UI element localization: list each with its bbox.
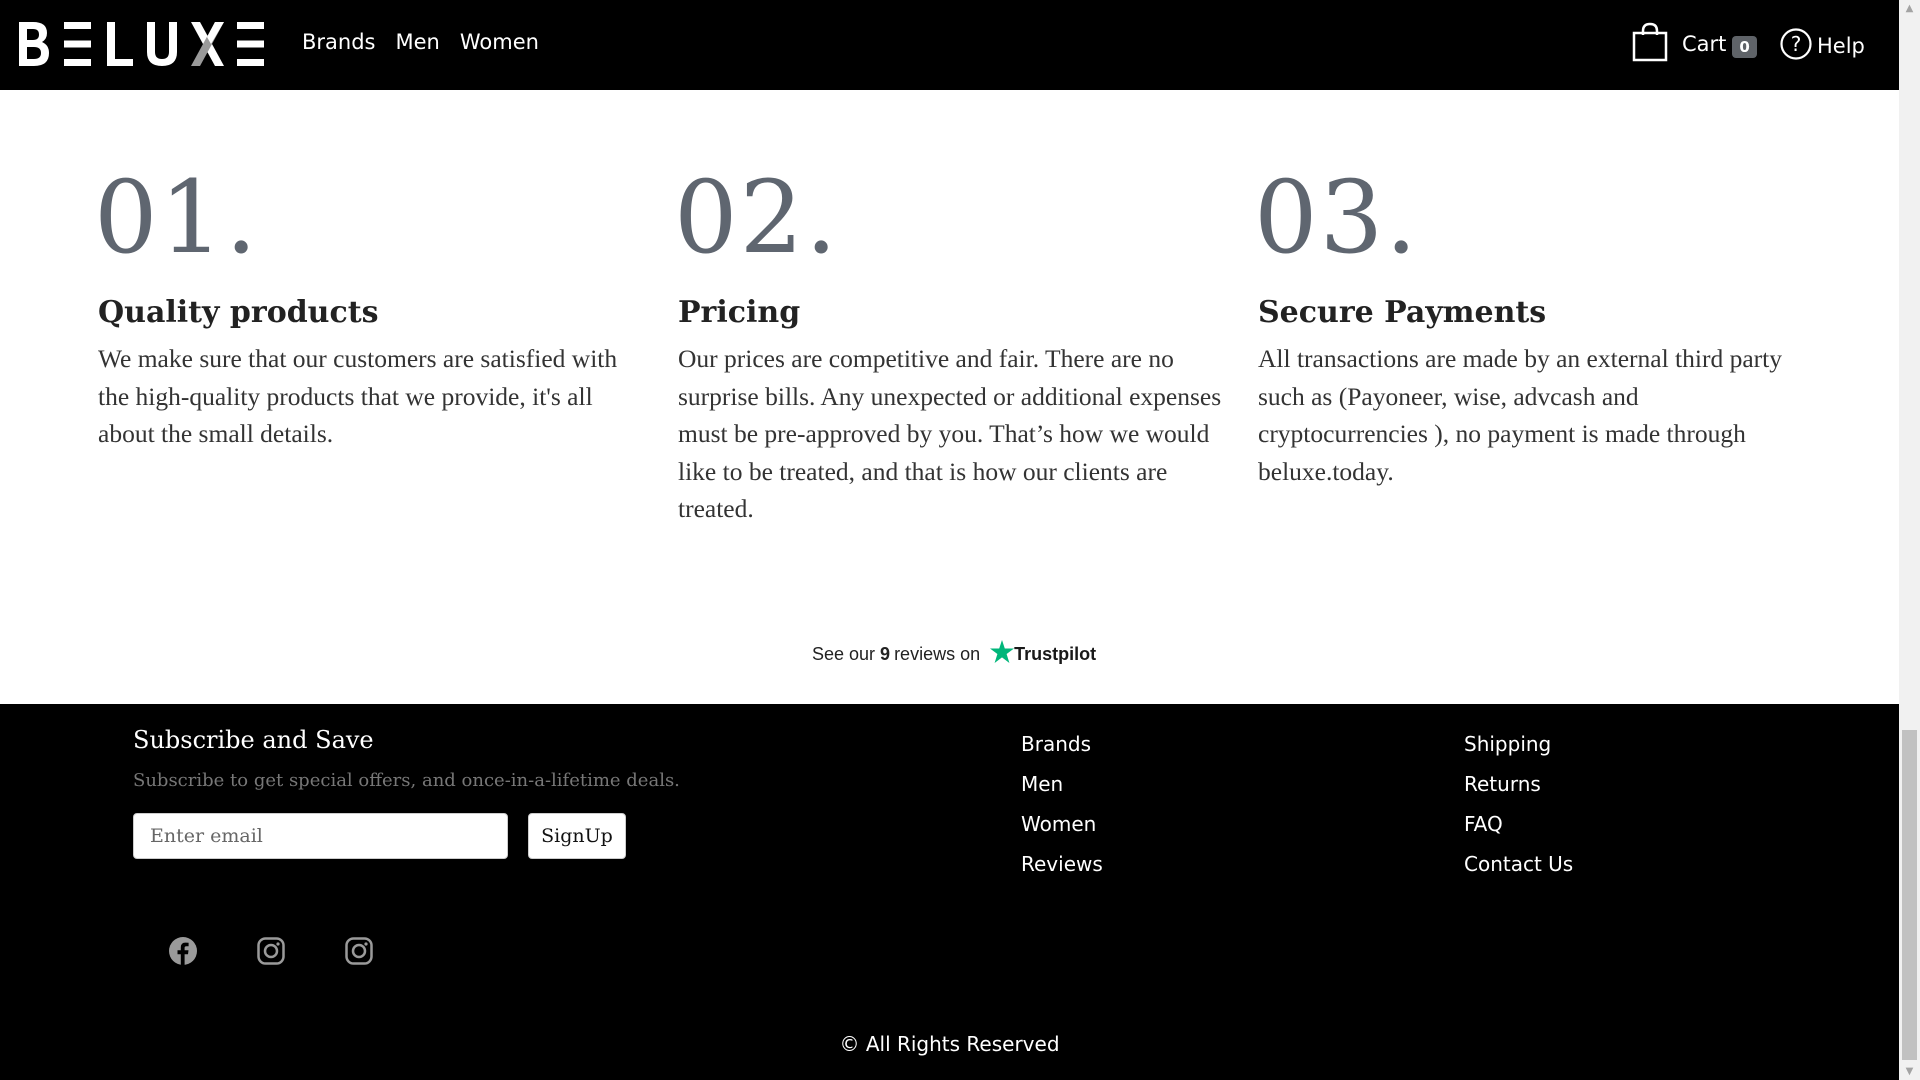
feature-number: 01. [94, 159, 260, 276]
footer-link-faq[interactable]: FAQ [1464, 812, 1573, 852]
main-nav: Brands Men Women [302, 30, 539, 54]
subscribe-description: Subscribe to get special offers, and onc… [133, 770, 680, 791]
svg-text:?: ? [1791, 32, 1802, 56]
instagram-icon[interactable] [344, 936, 374, 966]
feature-text: All transactions are made by an external… [1258, 344, 1782, 486]
copyright-text: © All Rights Reserved [839, 1032, 1060, 1056]
footer-link-men[interactable]: Men [1021, 772, 1103, 812]
trustpilot-logo: Trustpilot [990, 640, 1096, 668]
feature-number: 03. [1254, 159, 1420, 276]
footer-link-reviews[interactable]: Reviews [1021, 852, 1103, 892]
feature-title: Secure Payments [1258, 295, 1547, 330]
feature-text: We make sure that our customers are sati… [98, 344, 618, 448]
nav-link-men[interactable]: Men [396, 30, 440, 54]
nav-link-brands[interactable]: Brands [302, 30, 376, 54]
nav-link-women[interactable]: Women [460, 30, 539, 54]
social-links [168, 936, 374, 966]
cart-button[interactable]: Cart 0 [1632, 22, 1757, 66]
footer-link-brands[interactable]: Brands [1021, 732, 1103, 772]
feature-number: 02. [674, 159, 840, 276]
trustpilot-prefix: See our [812, 643, 876, 664]
site-footer: Subscribe and Save Subscribe to get spec… [0, 704, 1899, 1080]
trustpilot-brand: Trustpilot [1014, 643, 1097, 664]
footer-link-contact-us[interactable]: Contact Us [1464, 852, 1573, 892]
scroll-down-arrow-icon[interactable]: ▼ [1899, 1063, 1920, 1080]
signup-button[interactable]: SignUp [528, 813, 626, 859]
trustpilot-star-icon [990, 640, 1015, 668]
footer-link-women[interactable]: Women [1021, 812, 1103, 852]
trustpilot-suffix: reviews on [894, 643, 981, 664]
shopping-bag-icon [1632, 22, 1668, 66]
trustpilot-widget[interactable]: See our 9 reviews on Trustpilot [812, 640, 1096, 668]
scroll-up-arrow-icon[interactable]: ▲ [1899, 0, 1920, 17]
footer-link-shipping[interactable]: Shipping [1464, 732, 1573, 772]
feature-title: Pricing [678, 295, 801, 330]
footer-links-shop: Brands Men Women Reviews [1021, 732, 1103, 892]
footer-links-support: Shipping Returns FAQ Contact Us [1464, 732, 1573, 892]
top-navbar: Brands Men Women Cart 0 ? Help [0, 0, 1899, 90]
footer-link-returns[interactable]: Returns [1464, 772, 1573, 812]
help-label: Help [1817, 34, 1865, 58]
feature-title: Quality products [98, 295, 379, 330]
cart-count-badge: 0 [1732, 35, 1757, 58]
help-button[interactable]: ? Help [1779, 27, 1865, 65]
feature-quality: 01. Quality products We make sure that o… [94, 168, 643, 453]
feature-secure-payments: 03. Secure Payments All transactions are… [1254, 168, 1803, 490]
feature-pricing: 02. Pricing Our prices are competitive a… [674, 168, 1223, 528]
page-scrollbar[interactable]: ▲ ▼ [1899, 0, 1920, 1080]
instagram-icon[interactable] [256, 936, 286, 966]
email-input[interactable] [133, 813, 508, 859]
scrollbar-thumb[interactable] [1902, 730, 1917, 1060]
beluxe-logo[interactable] [19, 22, 269, 66]
facebook-icon[interactable] [168, 936, 198, 966]
trustpilot-review-count: 9 [880, 643, 891, 664]
question-circle-icon: ? [1779, 27, 1813, 65]
feature-text: Our prices are competitive and fair. The… [678, 344, 1222, 523]
subscribe-title: Subscribe and Save [133, 726, 374, 754]
cart-label: Cart [1682, 31, 1727, 56]
